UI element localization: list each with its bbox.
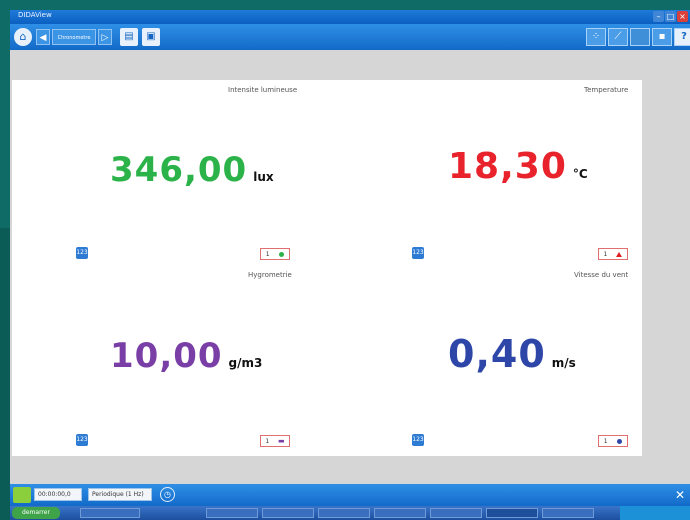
meter-label-humidity: Hygrometrie (248, 271, 292, 279)
help-icon[interactable]: ? (674, 28, 690, 46)
meter-unit-humidity: g/m3 (228, 356, 263, 370)
close-icon[interactable]: × (677, 11, 688, 22)
home-icon[interactable]: ⌂ (14, 28, 32, 46)
meter-label-wind: Vitesse du vent (574, 271, 629, 279)
meter-value-temperature: 18,30 (448, 146, 567, 187)
record-button[interactable] (13, 487, 31, 503)
camera-icon[interactable]: ▪ (652, 28, 672, 46)
play-icon[interactable]: ▷ (98, 29, 112, 45)
main-toolbar: ⌂ ◀ Chronometre ▷ ▤ ▣ ⁘ ⟋ ▪ ? (10, 24, 690, 50)
blue-dot-icon (617, 438, 623, 444)
taskbar-item[interactable] (542, 508, 594, 518)
meter-unit-temperature: °C (572, 167, 588, 181)
meter-unit-wind: m/s (551, 356, 576, 370)
clock-icon[interactable]: ◷ (160, 487, 175, 502)
sensor-settings-icon[interactable]: 123 (412, 434, 424, 446)
taskbar-item[interactable] (262, 508, 314, 518)
green-dot-icon (279, 251, 285, 257)
meter-value-humidity: 10,00 (110, 336, 223, 376)
meters-panel: Intensite lumineuse 346,00 lux 123 1 Tem… (12, 80, 642, 456)
window-controls: – □ × (653, 11, 688, 22)
meter-label-light: Intensite lumineuse (228, 86, 298, 94)
maximize-icon[interactable]: □ (665, 11, 676, 22)
graph-icon[interactable]: ⟋ (608, 28, 628, 46)
channel-selector-wind[interactable]: 1 (598, 435, 628, 447)
window-title: DIDAView (18, 11, 52, 19)
meter-wind: 0,40 m/s (448, 332, 576, 376)
elapsed-time: 00:00:00,0 (34, 488, 82, 501)
grid-icon[interactable]: ⁘ (586, 28, 606, 46)
mode-selector[interactable]: Chronometre (52, 29, 96, 45)
taskbar-item[interactable] (206, 508, 258, 518)
channel-number: 1 (603, 250, 608, 258)
taskbar-item[interactable] (374, 508, 426, 518)
taskbar-item[interactable] (318, 508, 370, 518)
table-icon[interactable] (630, 28, 650, 46)
sensor-settings-icon[interactable]: 123 (76, 434, 88, 446)
channel-selector-humidity[interactable]: 1 ▬ (260, 435, 290, 447)
channel-number: 1 (265, 437, 270, 445)
minimize-icon[interactable]: – (653, 11, 664, 22)
meter-humidity: 10,00 g/m3 (110, 336, 262, 376)
sampling-period-select[interactable]: Periodique (1 Hz) (88, 488, 152, 501)
quicklaunch-bar[interactable] (80, 508, 140, 518)
collapse-icon[interactable]: ✕ (672, 487, 688, 503)
start-button[interactable]: demarrer (12, 507, 60, 519)
document-icon[interactable]: ▤ (120, 28, 138, 46)
window-title-bar: DIDAView – □ × (10, 10, 690, 24)
meter-temperature: 18,30 °C (448, 146, 588, 187)
system-tray (620, 506, 690, 520)
meter-unit-light: lux (253, 170, 274, 184)
meter-value-wind: 0,40 (448, 332, 546, 376)
channel-number: 1 (603, 437, 608, 445)
taskbar-item-active[interactable] (486, 508, 538, 518)
sensor-settings-icon[interactable]: 123 (76, 247, 88, 259)
arrow-left-icon[interactable]: ◀ (36, 29, 50, 45)
meter-label-temperature: Temperature (584, 86, 629, 94)
purple-bars-icon: ▬ (277, 437, 285, 445)
channel-number: 1 (265, 250, 270, 258)
meter-light: 346,00 lux (110, 150, 274, 190)
taskbar-item[interactable] (430, 508, 482, 518)
status-bar: 00:00:00,0 Periodique (1 Hz) ◷ ✕ (10, 484, 690, 506)
channel-selector-light[interactable]: 1 (260, 248, 290, 260)
meter-value-light: 346,00 (110, 150, 248, 190)
os-taskbar: demarrer (10, 506, 690, 520)
channel-selector-temperature[interactable]: 1 (598, 248, 628, 260)
red-triangle-icon (616, 251, 623, 257)
sensor-settings-icon[interactable]: 123 (412, 247, 424, 259)
save-icon[interactable]: ▣ (142, 28, 160, 46)
